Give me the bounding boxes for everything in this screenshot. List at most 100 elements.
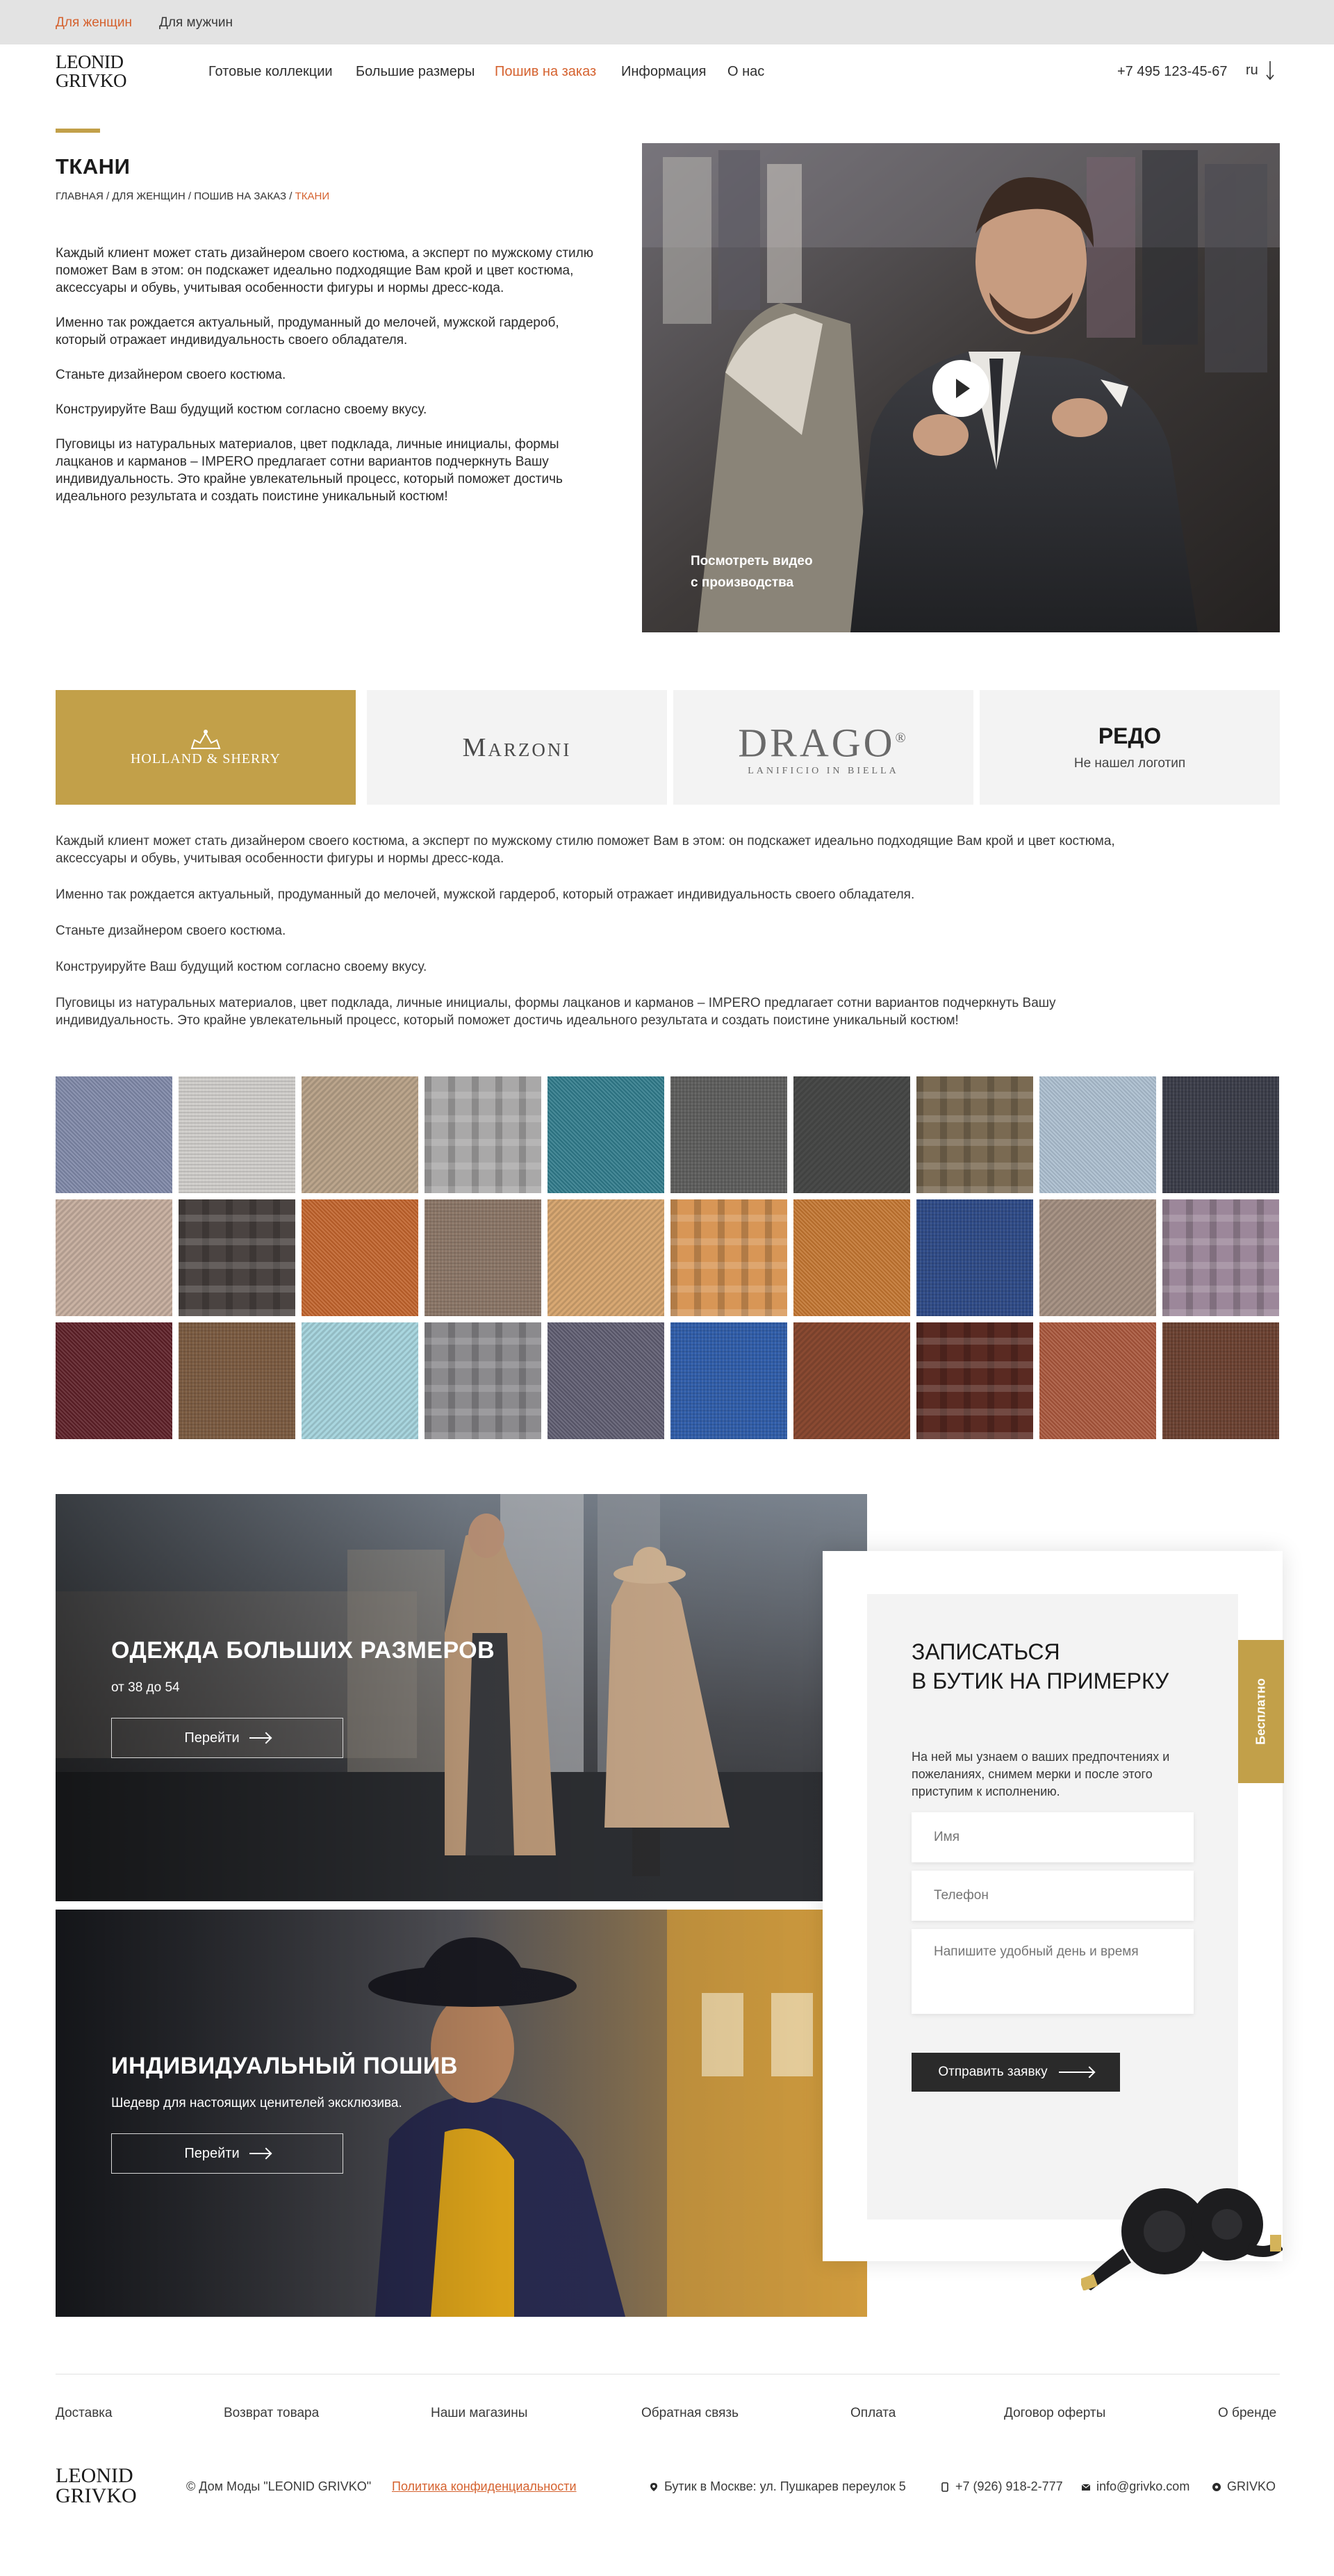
tab-men[interactable]: Для мужчин bbox=[159, 15, 233, 31]
promo-tailoring-button[interactable]: Перейти bbox=[111, 2133, 343, 2174]
breadcrumb-home[interactable]: ГЛАВНАЯ bbox=[56, 190, 104, 202]
footer-social[interactable]: GRIVKO bbox=[1212, 2479, 1276, 2494]
promo-custom-tailoring-image bbox=[56, 1910, 867, 2317]
brand-holland-sherry[interactable]: HOLLAND & SHERRY bbox=[56, 690, 356, 805]
production-video[interactable]: Посмотреть видео с производства bbox=[642, 143, 1280, 632]
fabric-swatch[interactable] bbox=[302, 1076, 418, 1193]
gender-bar: Для женщин Для мужчин bbox=[0, 0, 1334, 44]
form-description: На ней мы узнаем о ваших предпочтениях и… bbox=[912, 1750, 1170, 1798]
fabric-swatch[interactable] bbox=[547, 1076, 664, 1193]
fabric-swatch[interactable] bbox=[1162, 1322, 1279, 1439]
preferred-time-field[interactable] bbox=[912, 1929, 1194, 2014]
nav-about[interactable]: О нас bbox=[727, 64, 764, 80]
intro-paragraph: Каждый клиент может стать дизайнером сво… bbox=[56, 246, 594, 295]
breadcrumb-tailoring[interactable]: ПОШИВ НА ЗАКАЗ bbox=[194, 190, 286, 202]
submit-button[interactable]: Отправить заявку bbox=[912, 2053, 1120, 2092]
fabric-swatch[interactable] bbox=[670, 1199, 787, 1316]
nav-tailoring[interactable]: Пошив на заказ bbox=[495, 64, 596, 80]
nav-big-sizes[interactable]: Большие размеры bbox=[356, 64, 475, 80]
fabric-swatch[interactable] bbox=[670, 1322, 787, 1439]
brand-redo[interactable]: РЕДО Не нашел логотип bbox=[980, 690, 1280, 805]
arrow-right-icon bbox=[249, 2153, 270, 2154]
nav-ready-collections[interactable]: Готовые коллекции bbox=[208, 64, 333, 80]
brand-logo-text: Marzoni bbox=[462, 732, 572, 762]
fabric-swatch[interactable] bbox=[793, 1076, 910, 1193]
fabric-swatch[interactable] bbox=[1039, 1199, 1156, 1316]
fabric-swatch[interactable] bbox=[1039, 1076, 1156, 1193]
promo-custom-tailoring[interactable]: ИНДИВИДУАЛЬНЫЙ ПОШИВ Шедевр для настоящи… bbox=[56, 1910, 867, 2317]
footer-phone[interactable]: +7 (926) 918-2-777 bbox=[940, 2479, 1063, 2494]
tab-women[interactable]: Для женщин bbox=[56, 15, 132, 31]
fabric-swatch[interactable] bbox=[179, 1322, 295, 1439]
header-phone[interactable]: +7 495 123-45-67 bbox=[1117, 64, 1227, 80]
language-selector[interactable]: ru bbox=[1246, 63, 1258, 79]
fabric-swatch[interactable] bbox=[56, 1076, 172, 1193]
footer-link-brand[interactable]: О бренде bbox=[1218, 2406, 1276, 2421]
logo[interactable]: LEONID GRIVKO bbox=[56, 53, 127, 91]
footer-link-payment[interactable]: Оплата bbox=[850, 2406, 896, 2421]
phone-icon bbox=[941, 2481, 948, 2492]
footer-link-returns[interactable]: Возврат товара bbox=[224, 2406, 319, 2421]
fabric-swatch[interactable] bbox=[425, 1199, 541, 1316]
free-badge: Бесплатно bbox=[1238, 1640, 1284, 1783]
description-paragraph: Именно так рождается актуальный, продума… bbox=[56, 887, 915, 902]
fabric-swatch[interactable] bbox=[56, 1199, 172, 1316]
fabric-swatch[interactable] bbox=[670, 1076, 787, 1193]
brand-drago[interactable]: DRAGO® LANIFICIO IN BIELLA bbox=[673, 690, 973, 805]
footer-link-delivery[interactable]: Доставка bbox=[56, 2406, 113, 2421]
nav-info[interactable]: Информация bbox=[621, 64, 706, 80]
arrow-right-icon bbox=[249, 1737, 270, 1739]
fabric-swatch[interactable] bbox=[56, 1322, 172, 1439]
arrow-down-icon[interactable] bbox=[1266, 61, 1274, 81]
promo-big-sizes[interactable]: ОДЕЖДА БОЛЬШИХ РАЗМЕРОВ от 38 до 54 Пере… bbox=[56, 1494, 867, 1901]
fabric-swatch[interactable] bbox=[179, 1076, 295, 1193]
location-pin-icon bbox=[650, 2482, 657, 2491]
promo-subtitle: от 38 до 54 bbox=[111, 1680, 180, 1695]
privacy-policy-link[interactable]: Политика конфиденциальности bbox=[392, 2479, 577, 2494]
measuring-tape-icon bbox=[1081, 2188, 1283, 2290]
footer-link-stores[interactable]: Наши магазины bbox=[431, 2406, 527, 2421]
name-field[interactable] bbox=[912, 1812, 1194, 1862]
play-button[interactable] bbox=[932, 360, 989, 417]
footer-address-text: Бутик в Москве: ул. Пушкарев переулок 5 bbox=[664, 2479, 906, 2493]
footer-social-text: GRIVKO bbox=[1227, 2479, 1276, 2493]
intro-paragraph: Именно так рождается актуальный, продума… bbox=[56, 315, 559, 347]
fabric-swatch[interactable] bbox=[916, 1076, 1033, 1193]
fabric-swatch[interactable] bbox=[302, 1199, 418, 1316]
breadcrumb-separator: / bbox=[286, 190, 295, 202]
footer-link-offer[interactable]: Договор оферты bbox=[1004, 2406, 1105, 2421]
footer-logo[interactable]: LEONID GRIVKO bbox=[56, 2466, 137, 2507]
phone-field[interactable] bbox=[912, 1871, 1194, 1921]
footer-email[interactable]: info@grivko.com bbox=[1081, 2479, 1189, 2494]
form-title: ЗАПИСАТЬСЯ В БУТИК НА ПРИМЕРКУ bbox=[912, 1637, 1169, 1696]
brand-logo-subtitle: LANIFICIO IN BIELLA bbox=[748, 766, 899, 777]
breadcrumb-women[interactable]: ДЛЯ ЖЕНЩИН bbox=[112, 190, 185, 202]
fabric-swatch[interactable] bbox=[425, 1076, 541, 1193]
fabric-swatch[interactable] bbox=[1162, 1076, 1279, 1193]
video-caption-line: Посмотреть видео bbox=[691, 554, 813, 568]
promo-subtitle: Шедевр для настоящих ценителей эксклюзив… bbox=[111, 2096, 402, 2110]
description-paragraph: Пуговицы из натуральных материалов, цвет… bbox=[56, 996, 1056, 1028]
fabric-swatch[interactable] bbox=[302, 1322, 418, 1439]
brand-note: Не нашел логотип bbox=[1073, 756, 1186, 771]
fabric-swatch[interactable] bbox=[179, 1199, 295, 1316]
fabric-swatch[interactable] bbox=[547, 1322, 664, 1439]
fabric-swatch[interactable] bbox=[1039, 1322, 1156, 1439]
brand-logo-text: HOLLAND & SHERRY bbox=[130, 751, 281, 766]
arrow-right-icon bbox=[1058, 2072, 1094, 2073]
brand-marzoni[interactable]: Marzoni bbox=[367, 690, 667, 805]
fabric-swatch[interactable] bbox=[793, 1199, 910, 1316]
promo-big-sizes-button[interactable]: Перейти bbox=[111, 1718, 343, 1758]
fabric-swatch[interactable] bbox=[916, 1322, 1033, 1439]
intro-paragraph: Станьте дизайнером своего костюма. bbox=[56, 368, 286, 382]
logo-line-2: GRIVKO bbox=[56, 70, 127, 91]
fabric-swatch[interactable] bbox=[1162, 1199, 1279, 1316]
fabric-swatch[interactable] bbox=[547, 1199, 664, 1316]
fabric-swatch[interactable] bbox=[793, 1322, 910, 1439]
fabric-swatch[interactable] bbox=[425, 1322, 541, 1439]
logo-line-2: GRIVKO bbox=[56, 2484, 137, 2507]
footer-address: Бутик в Москве: ул. Пушкарев переулок 5 bbox=[649, 2479, 906, 2494]
promo-big-sizes-image bbox=[56, 1494, 867, 1901]
footer-link-feedback[interactable]: Обратная связь bbox=[641, 2406, 739, 2421]
fabric-swatch[interactable] bbox=[916, 1199, 1033, 1316]
